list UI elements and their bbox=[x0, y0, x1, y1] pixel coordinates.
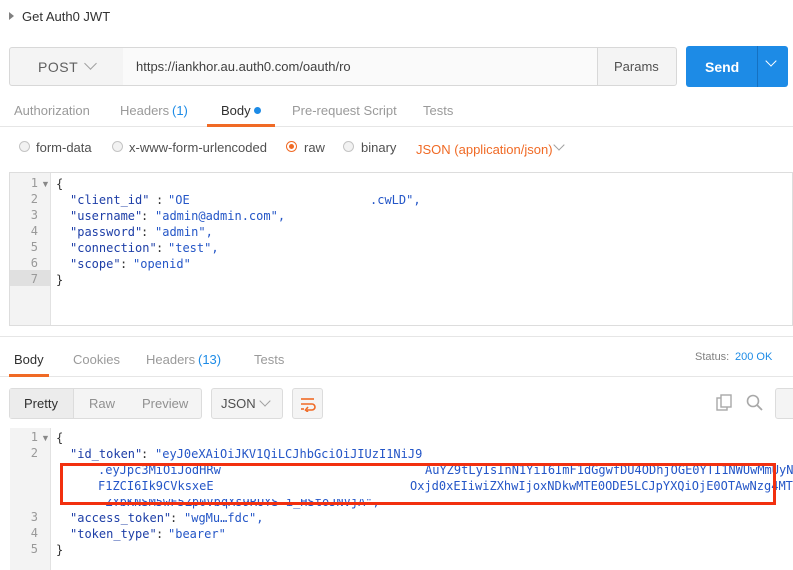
code-line: { bbox=[56, 177, 64, 191]
status-label: Status: bbox=[695, 351, 730, 363]
tab-tests[interactable]: Tests bbox=[423, 103, 453, 118]
search-icon[interactable] bbox=[746, 394, 764, 412]
fold-arrow-icon[interactable]: ▼ bbox=[41, 433, 50, 443]
tab-prerequest-script[interactable]: Pre-request Script bbox=[292, 103, 397, 118]
json-colon: : bbox=[170, 511, 178, 525]
line-number: 4 bbox=[30, 526, 38, 540]
radio-binary-label[interactable]: binary bbox=[361, 140, 396, 155]
json-value: "test", bbox=[168, 241, 219, 255]
request-name[interactable]: Get Auth0 JWT bbox=[22, 9, 110, 24]
json-colon: : bbox=[156, 193, 164, 207]
line-number: 6 bbox=[30, 256, 38, 270]
view-preview-button[interactable]: Preview bbox=[142, 396, 188, 411]
radio-raw-label[interactable]: raw bbox=[304, 140, 325, 155]
radio-form-data[interactable] bbox=[19, 141, 30, 152]
json-key: "client_id" bbox=[70, 193, 150, 207]
radio-form-data-label[interactable]: form-data bbox=[36, 140, 92, 155]
json-key: "password" bbox=[70, 225, 143, 239]
section-divider bbox=[0, 336, 793, 337]
copy-icon[interactable] bbox=[716, 394, 734, 412]
send-label: Send bbox=[705, 59, 740, 75]
line-number: 5 bbox=[30, 542, 38, 556]
resp-tab-headers[interactable]: Headers bbox=[146, 352, 195, 367]
json-value-tail: .cwLD", bbox=[370, 193, 421, 207]
line-number: 2 bbox=[30, 446, 38, 460]
fold-arrow-icon[interactable]: ▼ bbox=[41, 179, 50, 189]
tab-headers[interactable]: Headers bbox=[120, 103, 169, 118]
tab-headers-count: (1) bbox=[172, 103, 188, 118]
resp-tab-cookies[interactable]: Cookies bbox=[73, 352, 120, 367]
line-number: 5 bbox=[30, 240, 38, 254]
json-colon: : bbox=[141, 447, 149, 461]
view-raw-button[interactable]: Raw bbox=[89, 396, 115, 411]
radio-raw[interactable] bbox=[286, 141, 297, 152]
json-value: "admin", bbox=[155, 225, 213, 239]
status-code: 200 OK bbox=[735, 351, 773, 363]
content-type-select[interactable]: JSON (application/json) bbox=[416, 142, 553, 157]
json-key: "token_type" bbox=[70, 527, 157, 541]
json-colon: : bbox=[141, 225, 149, 239]
line-number: 2 bbox=[30, 192, 38, 206]
resp-tab-body[interactable]: Body bbox=[14, 352, 44, 367]
json-key: "id_token" bbox=[70, 447, 143, 461]
line-number: 3 bbox=[30, 208, 38, 222]
resp-tab-tests[interactable]: Tests bbox=[254, 352, 284, 367]
json-value: "wgMu…fdc", bbox=[184, 511, 264, 525]
active-tab-indicator bbox=[207, 124, 275, 127]
wrap-lines-button[interactable] bbox=[292, 388, 323, 419]
annotation-highlight-box bbox=[60, 463, 776, 505]
code-line: } bbox=[56, 273, 64, 287]
json-colon: : bbox=[156, 241, 164, 255]
json-value: "bearer" bbox=[168, 527, 226, 541]
line-number: 3 bbox=[30, 510, 38, 524]
format-label: JSON bbox=[221, 396, 256, 411]
line-number: 1 bbox=[30, 176, 38, 190]
json-value: "admin@admin.com", bbox=[155, 209, 286, 223]
json-value: "eyJ0eXAiOiJKV1QiLCJhbGciOiJIUzI1NiJ9 bbox=[155, 447, 423, 461]
request-title-bar[interactable] bbox=[0, 0, 793, 34]
line-number: 1 bbox=[30, 430, 38, 444]
send-options-button[interactable] bbox=[757, 46, 788, 87]
code-line: { bbox=[56, 431, 64, 445]
radio-urlencoded-label[interactable]: x-www-form-urlencoded bbox=[129, 140, 267, 155]
json-value: "openid" bbox=[133, 257, 191, 271]
json-colon: : bbox=[156, 527, 164, 541]
view-pretty-label: Pretty bbox=[24, 396, 58, 411]
json-value: "OE bbox=[168, 193, 190, 207]
params-label: Params bbox=[614, 59, 659, 74]
chevron-down-icon bbox=[553, 139, 565, 151]
json-key: "access_token" bbox=[70, 511, 172, 525]
json-colon: : bbox=[141, 209, 149, 223]
line-number: 4 bbox=[30, 224, 38, 238]
line-number: 7 bbox=[30, 272, 38, 286]
save-response-button[interactable] bbox=[775, 388, 793, 419]
tab-authorization[interactable]: Authorization bbox=[14, 103, 90, 118]
resp-tab-headers-count: (13) bbox=[198, 352, 222, 367]
modified-dot-icon bbox=[254, 107, 261, 114]
url-value: https://iankhor.au.auth0.com/oauth/ro bbox=[136, 59, 351, 74]
code-line: } bbox=[56, 543, 64, 557]
tab-body[interactable]: Body bbox=[221, 103, 251, 118]
active-tab-indicator bbox=[9, 374, 49, 377]
wrap-icon bbox=[301, 398, 316, 412]
json-colon: : bbox=[120, 257, 128, 271]
json-key: "scope" bbox=[70, 257, 121, 271]
method-label: POST bbox=[38, 59, 79, 75]
tabs-divider bbox=[0, 126, 793, 127]
radio-urlencoded[interactable] bbox=[112, 141, 123, 152]
radio-binary[interactable] bbox=[343, 141, 354, 152]
json-key: "connection" bbox=[70, 241, 157, 255]
collapse-caret-icon[interactable] bbox=[9, 12, 14, 20]
tabs-divider bbox=[0, 376, 793, 377]
json-key: "username" bbox=[70, 209, 143, 223]
